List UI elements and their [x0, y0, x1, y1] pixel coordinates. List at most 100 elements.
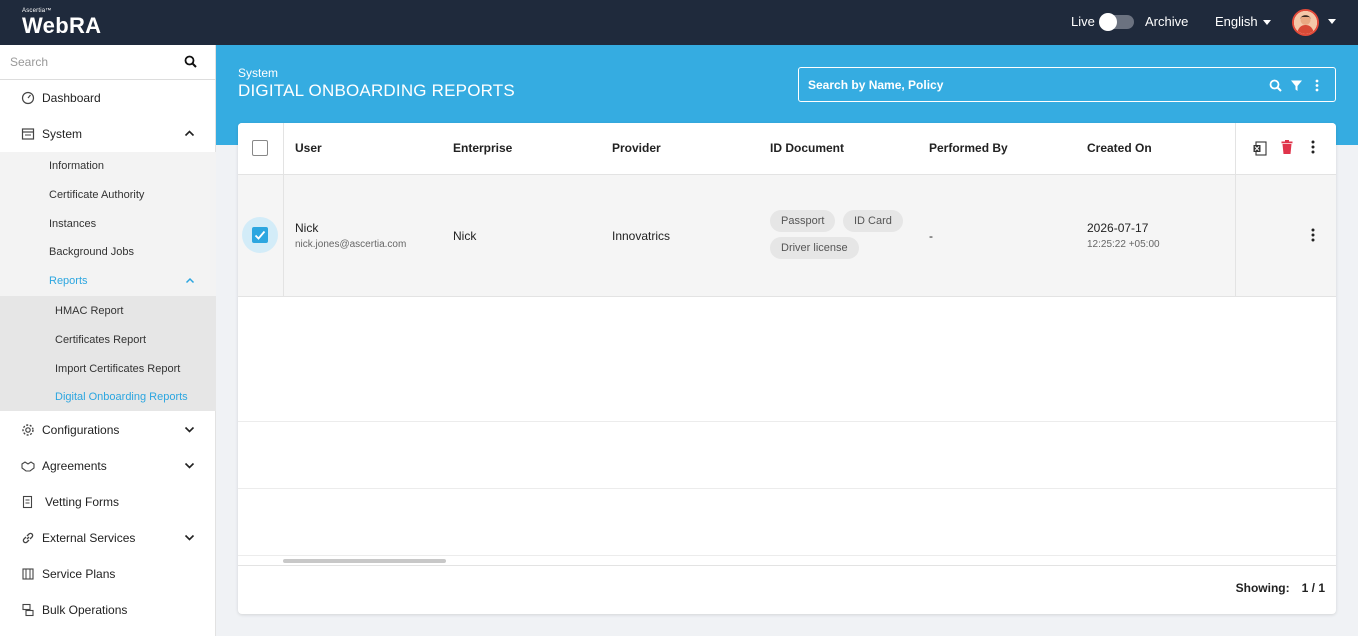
live-archive-toggle[interactable]	[1099, 13, 1134, 31]
reports-submenu: HMAC Report Certificates Report Import C…	[0, 296, 216, 411]
chevron-up-icon[interactable]	[185, 276, 195, 286]
gear-icon	[22, 424, 34, 436]
sidebar-item-system[interactable]: System	[0, 116, 216, 152]
archive-label: Archive	[1145, 14, 1189, 29]
service-plans-icon	[22, 568, 34, 580]
filter-icon[interactable]	[1290, 79, 1303, 92]
sidebar-item-vetting-forms[interactable]: Vetting Forms	[0, 484, 216, 520]
sidebar-item-agreements[interactable]: Agreements	[0, 448, 216, 484]
sidebar-item-configurations[interactable]: Configurations	[0, 412, 216, 448]
footer-divider	[238, 565, 1336, 566]
row-more-icon[interactable]	[1310, 228, 1316, 242]
sidebar-search	[0, 45, 216, 80]
document-chip-id-card: ID Card	[843, 210, 903, 232]
user-avatar[interactable]	[1292, 9, 1319, 36]
chevron-down-icon	[184, 426, 195, 433]
sidebar-item-label: Configurations	[42, 423, 120, 437]
sidebar-item-label: External Services	[42, 531, 136, 545]
sidebar-item-label: Service Plans	[42, 567, 116, 581]
link-icon	[22, 532, 34, 544]
document-chip-passport: Passport	[770, 210, 836, 232]
more-vertical-icon[interactable]	[1310, 140, 1316, 154]
export-excel-icon[interactable]	[1253, 141, 1267, 156]
report-search-input[interactable]	[808, 76, 1248, 94]
column-header-user[interactable]: User	[295, 141, 322, 155]
column-header-created-on[interactable]: Created On	[1087, 141, 1152, 155]
sidebar-item-import-certificates-report[interactable]: Import Certificates Report	[55, 363, 180, 375]
chevron-up-icon	[184, 130, 195, 137]
created-date: 2026-07-17	[1087, 221, 1149, 235]
chevron-down-icon	[1262, 20, 1271, 26]
column-header-performed-by[interactable]: Performed By	[929, 141, 1008, 155]
checked-checkbox	[252, 227, 268, 243]
more-vertical-icon[interactable]	[1314, 79, 1320, 92]
sidebar-search-input[interactable]	[10, 52, 180, 72]
search-icon[interactable]	[1269, 79, 1282, 92]
webra-logo[interactable]: Ascertia™ WebRA	[22, 8, 101, 37]
handshake-icon	[21, 461, 35, 472]
language-label: English	[1215, 14, 1258, 29]
sidebar-item-service-plans[interactable]: Service Plans	[0, 556, 216, 592]
search-icon[interactable]	[184, 55, 197, 68]
enterprise-cell: Nick	[453, 229, 477, 243]
divider	[238, 555, 1336, 556]
select-all-checkbox[interactable]	[252, 140, 268, 156]
sidebar-item-label: Vetting Forms	[45, 495, 120, 509]
column-header-id-document[interactable]: ID Document	[770, 141, 844, 155]
bulk-operations-icon	[22, 603, 34, 617]
chevron-down-icon	[184, 534, 195, 541]
user-email: nick.jones@ascertia.com	[295, 239, 407, 250]
column-divider	[283, 123, 284, 297]
row-checkbox[interactable]	[242, 217, 278, 253]
sidebar: Dashboard System Information Certificate…	[0, 45, 216, 636]
system-icon	[21, 128, 35, 140]
sidebar-item-background-jobs[interactable]: Background Jobs	[49, 246, 134, 258]
language-selector[interactable]: English	[1215, 14, 1271, 29]
divider	[238, 488, 1336, 489]
dashboard-icon	[21, 91, 35, 105]
sidebar-item-information[interactable]: Information	[49, 160, 104, 172]
checkmark-icon	[254, 230, 266, 240]
sidebar-item-dashboard[interactable]: Dashboard	[0, 80, 216, 116]
sidebar-item-bulk-operations[interactable]: Bulk Operations	[0, 592, 216, 628]
sidebar-item-reports[interactable]: Reports	[49, 275, 88, 287]
report-search-bar	[798, 67, 1336, 102]
provider-cell: Innovatrics	[612, 229, 671, 243]
toggle-knob	[1099, 13, 1117, 31]
delete-icon[interactable]	[1281, 140, 1293, 154]
sidebar-item-label: Dashboard	[42, 91, 101, 105]
pagination-summary: Showing: 1 / 1	[1236, 581, 1325, 595]
showing-label: Showing:	[1235, 581, 1290, 595]
table-header: User Enterprise Provider ID Document Per…	[238, 123, 1336, 175]
sidebar-item-label: Bulk Operations	[42, 603, 128, 617]
performed-by-cell: -	[929, 229, 933, 243]
document-chip-driver-license: Driver license	[770, 237, 859, 259]
column-header-enterprise[interactable]: Enterprise	[453, 141, 512, 155]
created-time: 12:25:22 +05:00	[1087, 239, 1160, 250]
sidebar-item-external-services[interactable]: External Services	[0, 520, 216, 556]
sidebar-item-label: Agreements	[42, 459, 107, 473]
report-table-card: User Enterprise Provider ID Document Per…	[238, 123, 1336, 614]
showing-value: 1 / 1	[1301, 581, 1325, 595]
page-title: DIGITAL ONBOARDING REPORTS	[238, 81, 515, 100]
user-name: Nick	[295, 221, 319, 235]
column-header-provider[interactable]: Provider	[612, 141, 661, 155]
sidebar-item-certificates-report[interactable]: Certificates Report	[55, 334, 146, 346]
live-label: Live	[1071, 14, 1095, 29]
sidebar-item-label: System	[42, 127, 83, 141]
table-row[interactable]: Nick nick.jones@ascertia.com Nick Innova…	[238, 175, 1336, 297]
sidebar-item-instances[interactable]: Instances	[49, 218, 96, 230]
user-avatar-icon	[1294, 11, 1317, 34]
sidebar-item-certificate-authority[interactable]: Certificate Authority	[49, 189, 144, 201]
form-icon	[22, 495, 33, 509]
sidebar-item-hmac-report[interactable]: HMAC Report	[55, 305, 123, 317]
sidebar-item-digital-onboarding-reports[interactable]: Digital Onboarding Reports	[55, 391, 188, 403]
user-menu-chevron-icon[interactable]	[1328, 19, 1336, 24]
chevron-down-icon	[184, 462, 195, 469]
horizontal-scrollbar[interactable]	[283, 559, 446, 563]
top-bar: Ascertia™ WebRA Live Archive English	[0, 0, 1358, 45]
divider	[238, 421, 1336, 422]
breadcrumb[interactable]: System	[238, 66, 278, 80]
product-name: WebRA	[22, 13, 102, 38]
column-divider	[1235, 123, 1236, 297]
